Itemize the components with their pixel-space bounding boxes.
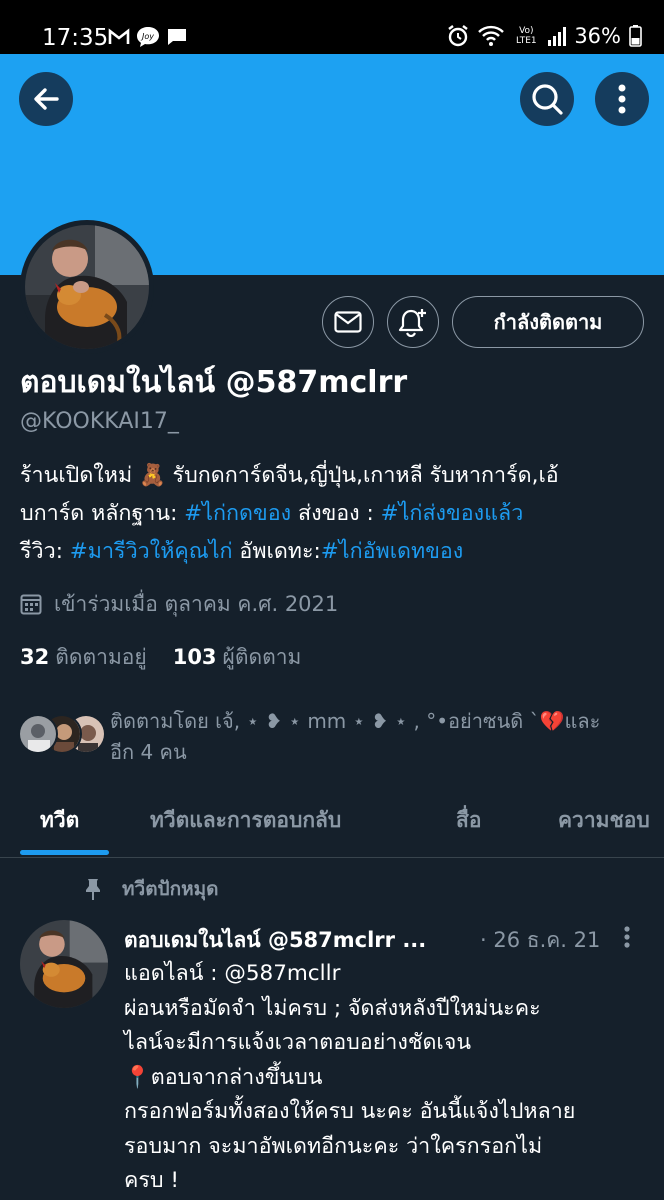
bio-text: รีวิว:	[20, 539, 70, 564]
tweet-date[interactable]: · 26 ธ.ค. 21	[480, 924, 600, 957]
bell-plus-icon	[398, 309, 426, 337]
battery-icon	[629, 25, 642, 47]
tab-tweets-and-replies[interactable]: ทวีตและการตอบกลับ	[150, 804, 341, 837]
following-label: ติดตามอยู่	[55, 645, 147, 669]
tweet-text: แอดไลน์ : @587mcllr ผ่อนหรือมัดจำ ไม่ครบ…	[124, 961, 576, 1193]
battery-percent: 36%	[574, 24, 621, 48]
calendar-icon	[20, 594, 42, 615]
message-button[interactable]	[322, 296, 374, 348]
followed-by[interactable]: ติดตามโดย เจ้, ⋆ ❥ ⋆ mm ⋆ ❥ ⋆ , °•อย่าซน…	[18, 706, 648, 772]
hashtag-link[interactable]: #ไก่ส่งของแล้ว	[381, 501, 524, 526]
envelope-icon	[334, 311, 362, 333]
tab-media[interactable]: สื่อ	[456, 804, 481, 837]
status-right: Vo) LTE1 36%	[446, 24, 642, 48]
back-arrow-icon	[34, 88, 59, 110]
message-icon	[166, 27, 188, 47]
profile-avatar[interactable]	[20, 220, 154, 354]
tweet-header: ตอบเดมในไลน์ @587mclrr ... · 26 ธ.ค. 21	[124, 924, 644, 958]
profile-tabs: ทวีต ทวีตและการตอบกลับ สื่อ ความชอบ	[0, 792, 664, 858]
search-button[interactable]	[520, 72, 574, 126]
joy-app-icon: Joy	[136, 26, 160, 48]
svg-text:Joy: Joy	[140, 32, 154, 41]
status-bar: 17:35 Joy Vo) LTE1 36%	[0, 0, 664, 54]
bio-text: อัพเดทะ:	[232, 539, 321, 564]
bio-text: ร้านเปิดใหม่ 🧸 รับกดการ์ดจีน,ญี่ปุ่น,เกา…	[20, 463, 559, 488]
followed-by-text: ติดตามโดย เจ้, ⋆ ❥ ⋆ mm ⋆ ❥ ⋆ , °•อย่าซน…	[110, 709, 601, 764]
tab-likes[interactable]: ความชอบ	[558, 804, 650, 837]
gmail-icon	[108, 28, 130, 46]
profile-display-name: ตอบเดมในไลน์ @587mclrr	[20, 365, 408, 400]
search-icon	[532, 84, 563, 115]
pin-icon	[86, 879, 100, 900]
bio-text: บการ์ด หลักฐาน:	[20, 501, 185, 526]
alarm-icon	[446, 24, 470, 48]
tab-tweets[interactable]: ทวีต	[40, 804, 79, 837]
more-options-button[interactable]	[595, 72, 649, 126]
back-button[interactable]	[19, 72, 73, 126]
followers-count: 103	[172, 645, 217, 669]
bio-line: รีวิว: #มารีวิวให้คุณไก่ อัพเดทะ:#ไก่อัพ…	[20, 533, 650, 571]
vertical-dots-icon	[624, 926, 630, 948]
hashtag-link[interactable]: #มารีวิวให้คุณไก่	[70, 539, 233, 564]
bio-line: บการ์ด หลักฐาน: #ไก่กดของ ส่งของ : #ไก่ส…	[20, 495, 650, 533]
profile-bio: ร้านเปิดใหม่ 🧸 รับกดการ์ดจีน,ญี่ปุ่น,เกา…	[20, 457, 650, 571]
bio-text: ส่งของ :	[291, 501, 381, 526]
following-count: 32	[20, 645, 50, 669]
hashtag-link[interactable]: #ไก่อัพเดทของ	[321, 539, 464, 564]
lte-indicator: Vo) LTE1	[515, 26, 537, 46]
hashtag-link[interactable]: #ไก่กดของ	[184, 501, 291, 526]
pinned-tweet-label: ทวีตปักหมุด	[84, 874, 218, 904]
status-notification-icons: Joy	[108, 26, 188, 48]
profile-handle: @KOOKKAI17_	[20, 409, 179, 434]
status-time: 17:35	[42, 25, 109, 51]
followers-label: ผู้ติดตาม	[222, 645, 302, 669]
following-stat[interactable]: 32 ติดตามอยู่	[20, 641, 147, 673]
joined-text: เข้าร่วมเมื่อ ตุลาคม ค.ศ. 2021	[54, 592, 339, 616]
notification-bell-button[interactable]	[387, 296, 439, 348]
follower-avatar	[18, 714, 58, 754]
followed-by-avatars	[18, 714, 106, 754]
following-button[interactable]: กำลังติดตาม	[452, 296, 644, 348]
signal-icon	[548, 26, 567, 46]
bio-line: ร้านเปิดใหม่ 🧸 รับกดการ์ดจีน,ญี่ปุ่น,เกา…	[20, 457, 650, 495]
joined-date: เข้าร่วมเมื่อ ตุลาคม ค.ศ. 2021	[20, 588, 338, 620]
vertical-dots-icon	[618, 84, 626, 114]
follow-stats: 32 ติดตามอยู่ 103 ผู้ติดตาม	[20, 641, 301, 673]
followers-stat[interactable]: 103 ผู้ติดตาม	[173, 641, 302, 673]
tweet-author-avatar[interactable]	[20, 920, 108, 1008]
tweet-author-name[interactable]: ตอบเดมในไลน์ @587mclrr ...	[124, 924, 426, 957]
wifi-icon	[478, 25, 505, 47]
tweet-more-button[interactable]	[624, 926, 630, 953]
active-tab-indicator	[20, 850, 109, 855]
